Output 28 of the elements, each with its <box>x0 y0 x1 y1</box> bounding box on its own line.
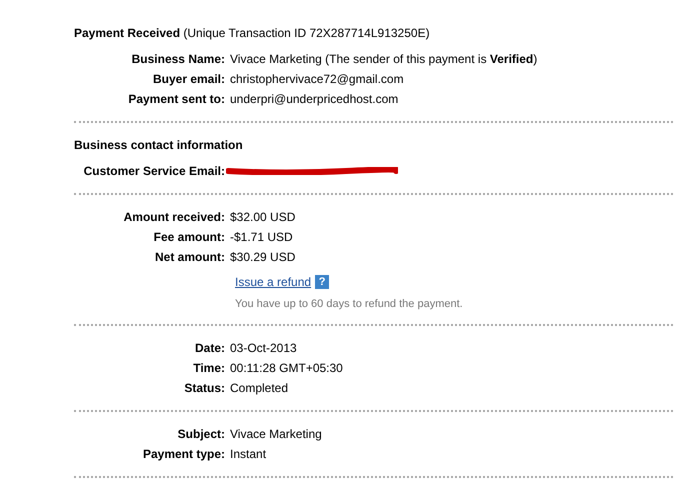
field-label: Net amount: <box>154 249 226 265</box>
field-value: Vivace Marketing <box>230 426 322 442</box>
field-value: Instant <box>230 446 266 462</box>
section-heading: Business contact information <box>74 137 244 153</box>
field-value: christophervivace72@gmail.com <box>230 71 404 87</box>
field-label: Amount received: <box>122 209 226 225</box>
field-label: Fee amount: <box>152 229 226 245</box>
field-label: Customer Service Email: <box>82 163 226 179</box>
section-heading: Payment Received (Unique Transaction ID 72X287714L913250E) <box>74 25 431 41</box>
field-label: Date: <box>194 340 226 356</box>
field-value: -$1.71 USD <box>230 229 293 245</box>
field-label: Payment type: <box>142 446 226 462</box>
field-label: Status: <box>183 380 226 396</box>
field-label: Buyer email: <box>152 71 226 87</box>
field-value: Completed <box>230 380 288 396</box>
field-value: $32.00 USD <box>230 209 296 225</box>
field-value: underpri@underpricedhost.com <box>230 91 398 107</box>
refund-note: You have up to 60 days to refund the payment. <box>235 298 464 310</box>
help-icon[interactable]: ? <box>315 275 330 289</box>
field-label: Subject: <box>176 426 226 442</box>
field-value: 03-Oct-2013 <box>230 340 297 356</box>
field-label: Payment sent to: <box>127 91 226 107</box>
field-value: $30.29 USD <box>230 249 296 265</box>
field-value: 00:11:28 GMT+05:30 <box>230 360 343 376</box>
field-label: Business Name: <box>130 51 226 67</box>
field-value: Vivace Marketing (The sender of this payment is Verified) <box>230 51 538 67</box>
refund-link[interactable]: Issue a refund <box>235 275 312 289</box>
field-label: Time: <box>192 360 226 376</box>
